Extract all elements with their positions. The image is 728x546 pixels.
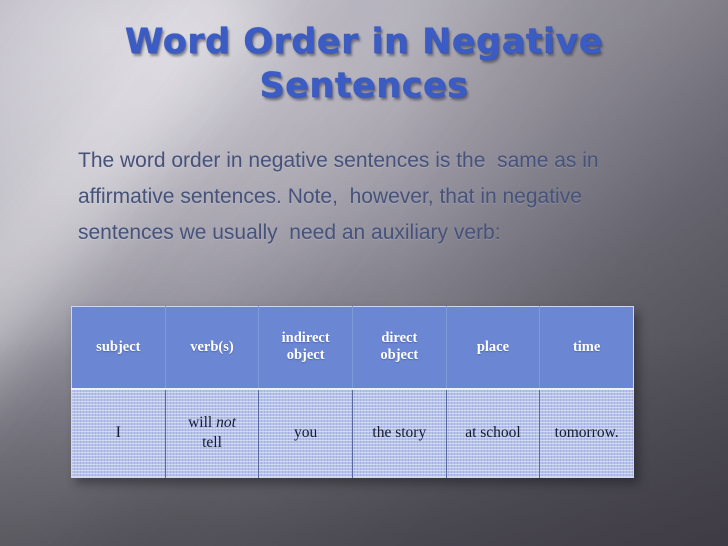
slide-body-paragraph: The word order in negative sentences is …: [78, 149, 605, 244]
table-body: I will not tell you the story at school …: [71, 388, 634, 478]
cell-verbs-prefix: will: [188, 414, 217, 432]
table-header-row: subject verb(s) indirect object direct o…: [71, 306, 634, 390]
table-reflection: [71, 479, 634, 543]
column-header-direct-object: direct object: [352, 306, 447, 390]
cell-indirect-object: you: [258, 388, 353, 478]
table-row: I will not tell you the story at school …: [71, 388, 634, 478]
cell-time: tomorrow.: [539, 388, 634, 478]
slide-canvas: Word Order in Negative Sentences The wor…: [0, 0, 728, 546]
column-header-subject: subject: [71, 306, 166, 390]
column-header-verbs: verb(s): [165, 306, 260, 390]
column-header-place: place: [446, 306, 541, 390]
slide-title: Word Order in Negative Sentences: [124, 22, 604, 106]
cell-verbs-suffix: tell: [202, 434, 222, 452]
word-order-table: subject verb(s) indirect object direct o…: [71, 306, 634, 478]
column-header-time: time: [539, 306, 634, 390]
cell-place: at school: [446, 388, 541, 478]
table-header: subject verb(s) indirect object direct o…: [71, 306, 634, 390]
cell-verbs: will not tell: [165, 388, 260, 478]
column-header-indirect-object: indirect object: [258, 306, 353, 390]
cell-direct-object: the story: [352, 388, 447, 478]
cell-subject: I: [71, 388, 166, 478]
cell-verbs-negation: not: [216, 414, 236, 432]
word-order-table-container: subject verb(s) indirect object direct o…: [71, 306, 634, 478]
